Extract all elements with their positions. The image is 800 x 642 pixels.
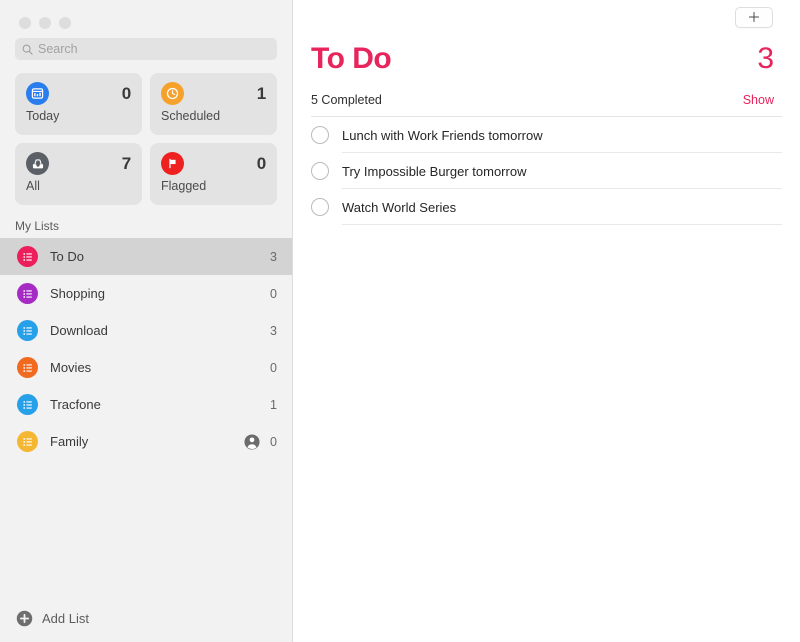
sidebar-item-label: To Do (50, 249, 269, 264)
completed-row: 5 Completed Show (293, 76, 782, 107)
sidebar-item-label: Tracfone (50, 397, 269, 412)
sidebar-item-tracfone[interactable]: Tracfone 1 (0, 386, 292, 423)
smart-list-flagged-label: Flagged (161, 179, 266, 193)
table-row[interactable]: Lunch with Work Friends tomorrow (293, 117, 782, 153)
minimize-button[interactable] (39, 17, 51, 29)
list-icon (17, 431, 38, 452)
smart-list-today-top: 0 (26, 82, 131, 105)
task-title: Watch World Series (342, 200, 456, 215)
sidebar-item-label: Download (50, 323, 269, 338)
table-row[interactable]: Watch World Series (293, 189, 782, 225)
search-box[interactable] (15, 38, 277, 60)
zoom-button[interactable] (59, 17, 71, 29)
smart-list-all[interactable]: 7 All (15, 143, 142, 205)
search-container (0, 34, 292, 60)
window-traffic-lights (0, 0, 292, 34)
sidebar-item-movies[interactable]: Movies 0 (0, 349, 292, 386)
inbox-icon (26, 152, 49, 175)
list-icon (17, 394, 38, 415)
content-toolbar (293, 0, 782, 34)
smart-list-flagged[interactable]: 0 Flagged (150, 143, 277, 205)
sidebar-item-download[interactable]: Download 3 (0, 312, 292, 349)
smart-list-scheduled-count: 1 (257, 84, 266, 104)
sidebar-item-count: 3 (269, 324, 277, 338)
sidebar-item-count: 3 (269, 250, 277, 264)
smart-list-flagged-count: 0 (257, 154, 266, 174)
my-lists: To Do 3 Shopping 0 (0, 238, 292, 460)
task-checkbox[interactable] (311, 198, 329, 216)
plus-circle-icon (16, 610, 33, 627)
add-list-button[interactable]: Add List (0, 594, 292, 642)
smart-list-all-label: All (26, 179, 131, 193)
smart-list-scheduled[interactable]: 1 Scheduled (150, 73, 277, 135)
plus-icon (748, 11, 760, 23)
close-button[interactable] (19, 17, 31, 29)
list-title-row: To Do 3 (293, 34, 782, 76)
sidebar: 0 Today 1 Scheduled (0, 0, 293, 642)
smart-lists-grid: 0 Today 1 Scheduled (0, 60, 292, 205)
task-checkbox[interactable] (311, 126, 329, 144)
reminders-window: 0 Today 1 Scheduled (0, 0, 800, 642)
list-icon (17, 320, 38, 341)
task-title: Try Impossible Burger tomorrow (342, 164, 526, 179)
shared-person-icon (244, 434, 260, 450)
sidebar-item-count: 0 (269, 361, 277, 375)
smart-list-all-count: 7 (122, 154, 131, 174)
sidebar-item-to-do[interactable]: To Do 3 (0, 238, 292, 275)
add-list-label: Add List (42, 611, 89, 626)
list-icon (17, 246, 38, 267)
table-row[interactable]: Try Impossible Burger tomorrow (293, 153, 782, 189)
flag-icon (161, 152, 184, 175)
add-reminder-button[interactable] (735, 7, 773, 28)
sidebar-spacer (0, 460, 292, 594)
smart-list-scheduled-top: 1 (161, 82, 266, 105)
sidebar-item-count: 1 (269, 398, 277, 412)
smart-list-today-count: 0 (122, 84, 131, 104)
show-completed-button[interactable]: Show (743, 93, 774, 107)
calendar-icon (26, 82, 49, 105)
smart-list-today-label: Today (26, 109, 131, 123)
sidebar-item-shopping[interactable]: Shopping 0 (0, 275, 292, 312)
sidebar-item-label: Family (50, 434, 244, 449)
sidebar-item-count: 0 (269, 287, 277, 301)
sidebar-item-label: Shopping (50, 286, 269, 301)
page-title: To Do (311, 42, 391, 76)
page-title-count: 3 (757, 42, 774, 76)
list-icon (17, 283, 38, 304)
smart-list-today[interactable]: 0 Today (15, 73, 142, 135)
smart-list-flagged-top: 0 (161, 152, 266, 175)
sidebar-item-family[interactable]: Family 0 (0, 423, 292, 460)
content-pane: To Do 3 5 Completed Show Lunch with Work… (293, 0, 800, 642)
smart-list-scheduled-label: Scheduled (161, 109, 266, 123)
task-checkbox[interactable] (311, 162, 329, 180)
completed-count-label: 5 Completed (311, 93, 382, 107)
clock-icon (161, 82, 184, 105)
task-title: Lunch with Work Friends tomorrow (342, 128, 543, 143)
list-icon (17, 357, 38, 378)
search-icon (22, 44, 33, 55)
my-lists-header: My Lists (0, 205, 292, 238)
sidebar-item-count: 0 (269, 435, 277, 449)
search-input[interactable] (38, 42, 270, 56)
sidebar-item-label: Movies (50, 360, 269, 375)
task-list: Lunch with Work Friends tomorrow Try Imp… (293, 117, 782, 225)
smart-list-all-top: 7 (26, 152, 131, 175)
